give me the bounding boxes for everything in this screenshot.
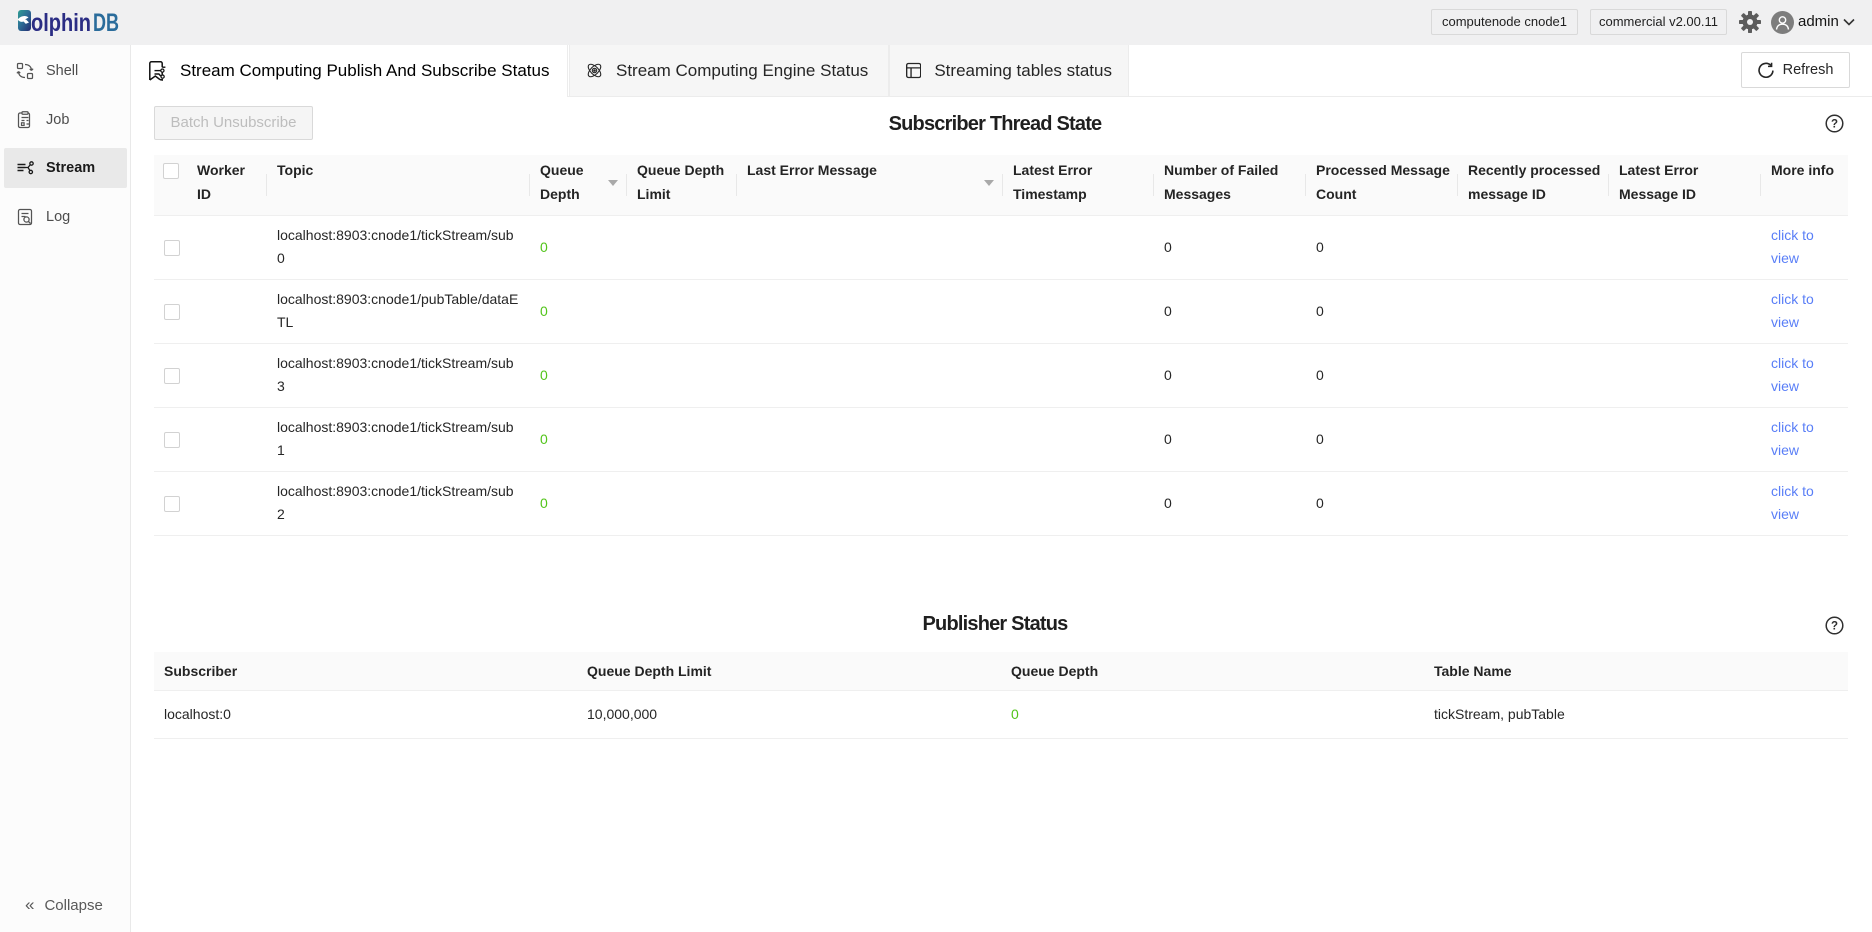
svg-text:?: ? xyxy=(1831,119,1838,131)
svg-text:?: ? xyxy=(1831,621,1838,633)
svg-text:olphin: olphin xyxy=(31,9,91,37)
svg-text:DB: DB xyxy=(93,9,119,37)
